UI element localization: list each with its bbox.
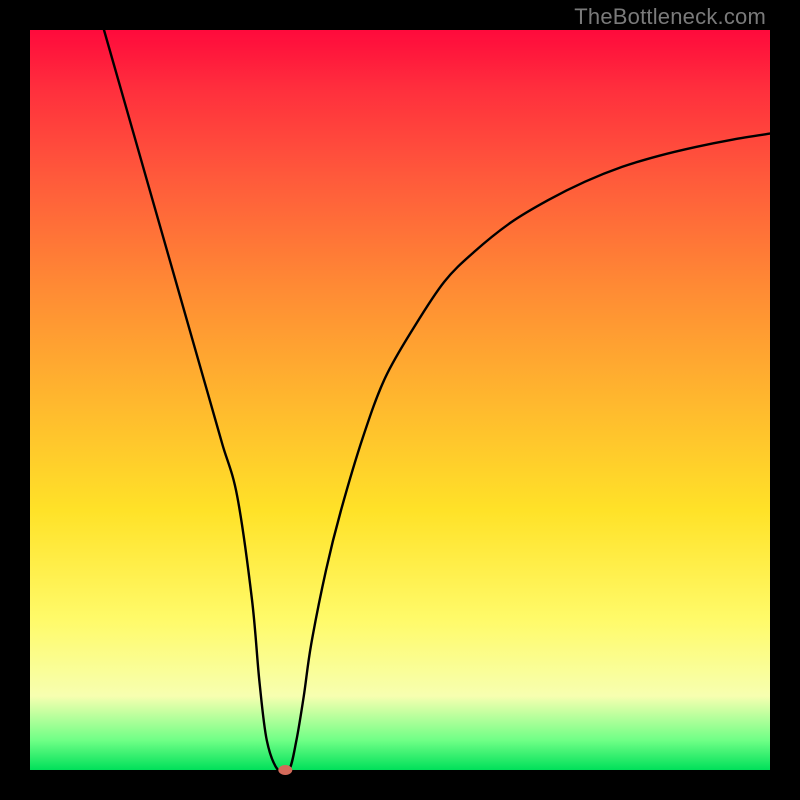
minimum-marker <box>278 765 292 775</box>
plot-area <box>30 30 770 770</box>
curve-line <box>104 30 770 774</box>
chart-frame: TheBottleneck.com <box>0 0 800 800</box>
chart-svg <box>30 30 770 770</box>
watermark-text: TheBottleneck.com <box>574 4 766 30</box>
